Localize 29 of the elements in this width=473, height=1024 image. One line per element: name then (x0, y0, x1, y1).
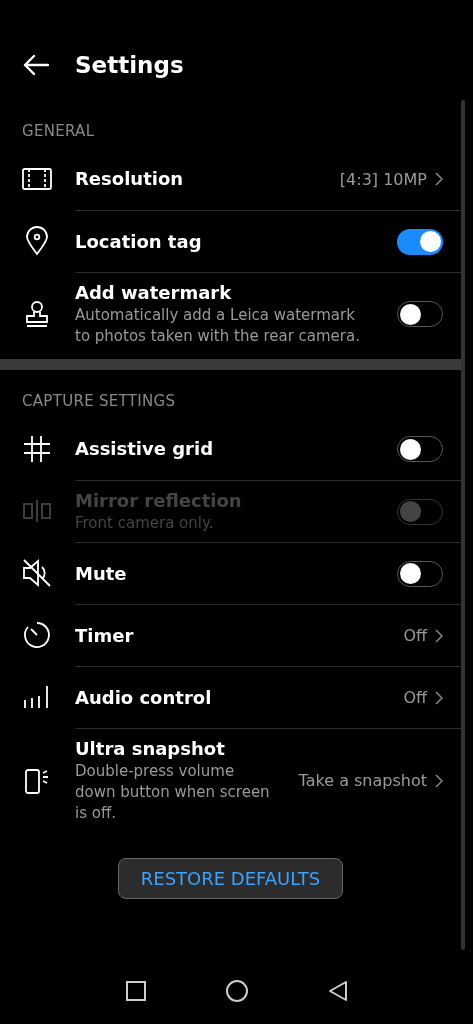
setting-title: Mute (75, 561, 128, 586)
setting-description: Double-press volume down button when screen is off. (75, 761, 271, 824)
section-header: GENERAL (21, 121, 96, 142)
setting-title: Ultra snapshot (75, 737, 226, 761)
setting-value[interactable]: Take a snapshot (298, 771, 427, 790)
setting-title: Timer (75, 623, 135, 648)
chevron-icon[interactable] (435, 172, 443, 186)
setting-value[interactable]: Off (403, 626, 427, 645)
section-header: CAPTURE SETTINGS (21, 391, 177, 412)
home-icon[interactable] (224, 979, 249, 1003)
setting-title: Add watermark (75, 281, 233, 305)
setting-description: Automatically add a Leica watermark to photos taken with the rear camera. (75, 305, 361, 347)
toggle-switch[interactable] (397, 228, 443, 255)
chevron-icon[interactable] (435, 690, 443, 705)
setting-title: Audio control (75, 685, 213, 710)
setting-value[interactable]: [4:3] 10MP (339, 169, 427, 189)
back-arrow-icon[interactable] (23, 54, 49, 76)
setting-title: Assistive grid (75, 437, 215, 461)
recent-apps-icon[interactable] (124, 980, 147, 1002)
screen-title: Settings (75, 52, 184, 78)
restore-defaults-button[interactable]: RESTORE DEFAULTS (117, 858, 344, 899)
setting-title: Location tag (75, 229, 203, 254)
setting-description: Front camera only. (75, 513, 215, 534)
chevron-icon[interactable] (435, 628, 443, 643)
setting-title: Resolution (75, 167, 185, 191)
chevron-icon[interactable] (435, 773, 443, 788)
setting-title: Mirror reflection (75, 489, 243, 513)
setting-value[interactable]: Off (403, 688, 427, 707)
back-icon[interactable] (326, 980, 349, 1002)
